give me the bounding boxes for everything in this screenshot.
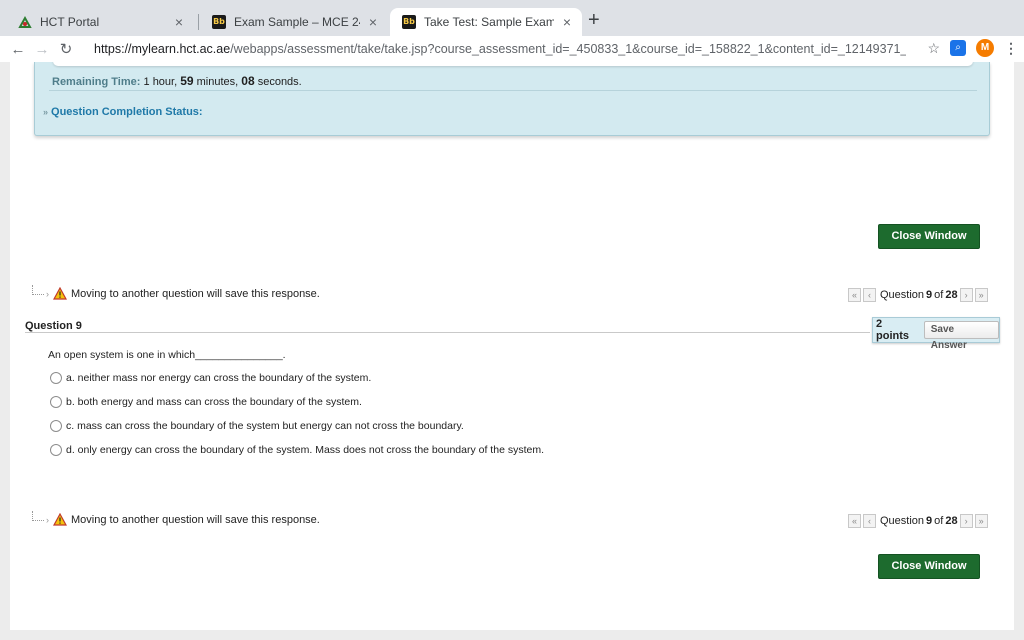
current-question-number: 9: [926, 289, 933, 301]
new-tab-button[interactable]: +: [588, 10, 600, 30]
save-notice-text: Moving to another question will save thi…: [71, 513, 320, 526]
answer-option[interactable]: d. only energy can cross the boundary of…: [50, 444, 544, 456]
radio-button[interactable]: [50, 372, 62, 384]
browser-toolbar: ← → ↻ https://mylearn.hct.ac.ae/webapps/…: [0, 36, 1024, 62]
url-host: https://mylearn.hct.ac.ae: [94, 42, 231, 56]
answer-option-label[interactable]: d. only energy can cross the boundary of…: [66, 444, 544, 456]
seconds-value: 08: [241, 74, 255, 88]
last-question-button[interactable]: »: [974, 288, 988, 302]
tab-title: HCT Portal: [40, 15, 100, 29]
tab-close-icon[interactable]: ×: [366, 14, 380, 30]
bookmark-star-icon[interactable]: ☆: [927, 40, 940, 57]
save-notice-bottom: › Moving to another question will save t…: [32, 510, 320, 526]
previous-question-button[interactable]: ‹: [863, 288, 876, 302]
blackboard-favicon-icon: Bb: [212, 15, 226, 29]
tab-hct-portal[interactable]: HCT Portal ×: [6, 8, 194, 36]
test-content: Remaining Time: 1 hour, 59 minutes, 08 s…: [10, 62, 1014, 630]
question-text: An open system is one in which__________…: [48, 349, 286, 361]
forward-arrow-icon[interactable]: →: [30, 41, 54, 58]
minutes-value: 59: [180, 74, 194, 88]
arrow-right-icon: ›: [46, 514, 49, 525]
chevron-down-icon: »: [43, 107, 49, 117]
timer-panel-top-bar: [53, 62, 973, 66]
search-extension-icon[interactable]: ⌕: [950, 40, 966, 56]
question-points: 2 points: [876, 318, 909, 342]
page-viewport: Remaining Time: 1 hour, 59 minutes, 08 s…: [0, 62, 1024, 640]
hours-unit: hour,: [152, 76, 178, 88]
answer-option[interactable]: c. mass can cross the boundary of the sy…: [50, 420, 464, 432]
answer-option[interactable]: b. both energy and mass can cross the bo…: [50, 396, 362, 408]
arrow-right-icon: ›: [46, 288, 49, 299]
minutes-unit: minutes,: [196, 76, 239, 88]
warning-icon: [53, 513, 67, 526]
tab-divider: [198, 14, 199, 30]
hours-value: 1: [143, 76, 150, 88]
radio-button[interactable]: [50, 396, 62, 408]
radio-button[interactable]: [50, 420, 62, 432]
divider: [49, 90, 977, 91]
connector-icon: [32, 284, 44, 295]
question-completion-status-toggle[interactable]: » Question Completion Status:: [43, 106, 203, 118]
profile-avatar[interactable]: M: [976, 39, 994, 57]
connector-icon: [32, 510, 44, 521]
next-question-button[interactable]: ›: [959, 288, 973, 302]
remaining-time-label: Remaining Time:: [52, 76, 141, 88]
next-question-button[interactable]: ›: [959, 514, 973, 528]
question-prefix: Question: [880, 515, 925, 527]
seconds-unit: seconds.: [257, 76, 302, 88]
tab-take-test[interactable]: Bb Take Test: Sample Exam -MCE ×: [390, 8, 582, 36]
address-bar[interactable]: https://mylearn.hct.ac.ae/webapps/assess…: [86, 36, 906, 62]
answer-option-label[interactable]: c. mass can cross the boundary of the sy…: [66, 420, 464, 432]
current-question-number: 9: [926, 515, 933, 527]
previous-question-button[interactable]: ‹: [863, 514, 876, 528]
answer-option-label[interactable]: a. neither mass nor energy can cross the…: [66, 372, 371, 384]
timer-panel: Remaining Time: 1 hour, 59 minutes, 08 s…: [34, 62, 990, 136]
save-notice-top: › Moving to another question will save t…: [32, 284, 320, 300]
question-prefix: Question: [880, 289, 925, 301]
url-path: /webapps/assessment/take/take.jsp?course…: [230, 42, 906, 56]
last-question-button[interactable]: »: [974, 514, 988, 528]
close-window-button-bottom[interactable]: Close Window: [878, 554, 980, 579]
question-navigator-bottom: « ‹ Question 9 of 28 › »: [848, 514, 988, 528]
tab-title: Exam Sample – MCE 2403 - Th: [234, 15, 360, 29]
first-question-button[interactable]: «: [848, 514, 861, 528]
hct-portal-favicon-icon: [18, 15, 32, 28]
points-panel: 2 points Save Answer: [872, 317, 1000, 351]
warning-icon: [53, 287, 67, 300]
tab-exam-sample[interactable]: Bb Exam Sample – MCE 2403 - Th ×: [200, 8, 388, 36]
answer-option[interactable]: a. neither mass nor energy can cross the…: [50, 372, 371, 384]
of-label: of: [934, 289, 944, 301]
tab-title: Take Test: Sample Exam -MCE: [424, 15, 554, 29]
divider: [25, 332, 870, 333]
total-questions: 28: [945, 289, 958, 301]
radio-button[interactable]: [50, 444, 62, 456]
back-arrow-icon[interactable]: ←: [6, 41, 30, 58]
remaining-time: Remaining Time: 1 hour, 59 minutes, 08 s…: [52, 74, 302, 88]
question-completion-status-label: Question Completion Status:: [51, 106, 203, 118]
question-title: Question 9: [25, 320, 82, 332]
of-label: of: [934, 515, 944, 527]
browser-tab-strip: HCT Portal × Bb Exam Sample – MCE 2403 -…: [0, 0, 1024, 36]
menu-kebab-icon[interactable]: ⋮: [1004, 40, 1018, 57]
blackboard-favicon-icon: Bb: [402, 15, 416, 29]
save-answer-button[interactable]: Save Answer: [923, 321, 999, 351]
close-window-button-top[interactable]: Close Window: [878, 224, 980, 249]
reload-icon[interactable]: ↻: [54, 40, 78, 58]
tab-close-icon[interactable]: ×: [560, 14, 574, 30]
answer-option-label[interactable]: b. both energy and mass can cross the bo…: [66, 396, 362, 408]
tab-close-icon[interactable]: ×: [172, 14, 186, 30]
total-questions: 28: [945, 515, 958, 527]
first-question-button[interactable]: «: [848, 288, 861, 302]
question-navigator-top: « ‹ Question 9 of 28 › »: [848, 288, 988, 302]
save-notice-text: Moving to another question will save thi…: [71, 287, 320, 300]
